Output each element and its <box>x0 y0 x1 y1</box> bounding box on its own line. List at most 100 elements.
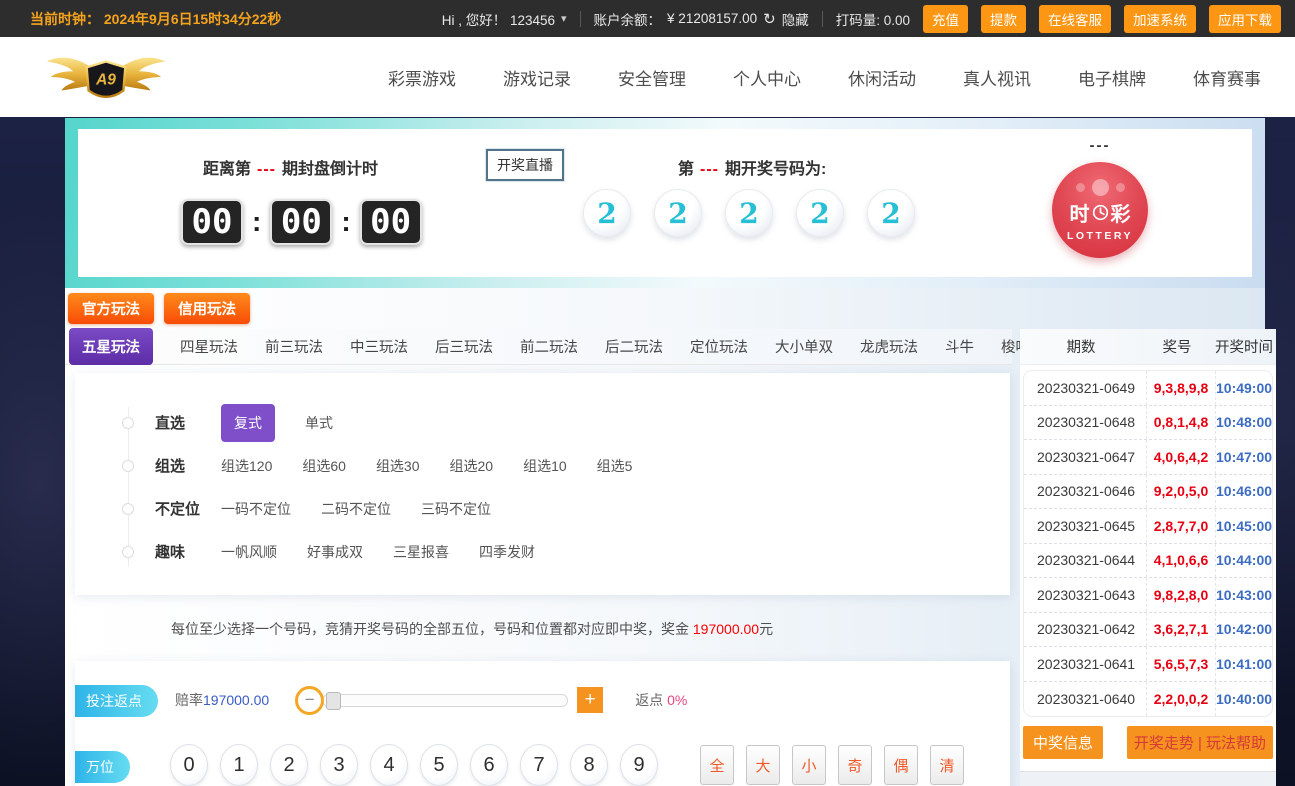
trend-help-button[interactable]: 开奖走势 | 玩法帮助 <box>1127 726 1273 759</box>
balance-label: 账户余额： <box>594 9 662 29</box>
nav-item-game-records[interactable]: 游戏记录 <box>503 65 571 90</box>
bet-rebate-label: 投注返点 <box>75 685 158 717</box>
number-button-7[interactable]: 7 <box>520 744 558 786</box>
result-row[interactable]: 20230321-0645 2,8,7,7,0 10:45:00 <box>1024 509 1272 544</box>
nav-item-live-casino[interactable]: 真人视讯 <box>963 65 1031 90</box>
option-two-code[interactable]: 二码不定位 <box>321 499 391 519</box>
result-row[interactable]: 20230321-0647 4,0,6,4,2 10:47:00 <box>1024 440 1272 475</box>
result-row[interactable]: 20230321-0646 9,2,0,5,0 10:46:00 <box>1024 475 1272 510</box>
result-row[interactable]: 20230321-0643 9,8,2,8,0 10:43:00 <box>1024 578 1272 613</box>
option-four-season[interactable]: 四季发财 <box>479 542 535 562</box>
option-three-star[interactable]: 三星报喜 <box>393 542 449 562</box>
deposit-button[interactable]: 充值 <box>923 5 968 33</box>
option-good-pairs[interactable]: 好事成双 <box>307 542 363 562</box>
brand-logo[interactable]: A9 <box>42 47 170 107</box>
option-zuxuan60[interactable]: 组选60 <box>302 456 346 476</box>
results-panel: 期数 奖号 开奖时间 20230321-0649 9,3,8,9,8 10:49… <box>1020 329 1276 786</box>
odds-slider[interactable] <box>322 694 568 707</box>
main-navbar: A9 彩票游戏 游戏记录 安全管理 个人中心 休闲活动 真人视讯 电子棋牌 体育… <box>0 37 1295 117</box>
number-button-2[interactable]: 2 <box>270 744 308 786</box>
tab-back-two[interactable]: 后二玩法 <box>605 336 663 357</box>
tab-four-star[interactable]: 四星玩法 <box>180 336 238 357</box>
result-row[interactable]: 20230321-0640 2,2,0,0,2 10:40:00 <box>1024 682 1272 717</box>
nav-item-profile[interactable]: 个人中心 <box>733 65 801 90</box>
divider <box>822 11 823 27</box>
draw-ball: 2 <box>583 189 631 237</box>
tab-front-three[interactable]: 前三玩法 <box>265 336 323 357</box>
option-danshi[interactable]: 单式 <box>305 413 333 433</box>
hide-balance-button[interactable]: 隐藏 <box>782 9 809 29</box>
slider-handle[interactable] <box>326 692 341 710</box>
tab-back-three[interactable]: 后三玩法 <box>435 336 493 357</box>
number-button-4[interactable]: 4 <box>370 744 408 786</box>
user-greeting[interactable]: Hi , 您好！ 123456 ▾ <box>442 9 567 29</box>
tab-middle-three[interactable]: 中三玩法 <box>350 336 408 357</box>
result-row[interactable]: 20230321-0648 0,8,1,4,8 10:48:00 <box>1024 406 1272 441</box>
tab-big-small-odd-even[interactable]: 大小单双 <box>775 336 833 357</box>
nav-item-security[interactable]: 安全管理 <box>618 65 686 90</box>
draw-result-title: 第---期开奖号码为: <box>678 155 826 179</box>
colon: : <box>341 206 350 238</box>
bubble-dots-icon <box>1076 179 1125 196</box>
greeting-text: Hi , 您好！ 123456 <box>442 9 555 29</box>
nav-item-sports[interactable]: 体育赛事 <box>1193 65 1261 90</box>
draw-ball: 2 <box>796 189 844 237</box>
option-zuxuan20[interactable]: 组选20 <box>450 456 494 476</box>
results-header: 期数 奖号 开奖时间 <box>1020 329 1276 365</box>
tab-position[interactable]: 定位玩法 <box>690 336 748 357</box>
number-button-1[interactable]: 1 <box>220 744 258 786</box>
odds-rebate-row: 投注返点 赔率197000.00 − + 返点 0% <box>75 679 1010 721</box>
win-info-button[interactable]: 中奖信息 <box>1023 726 1103 759</box>
select-odd-button[interactable]: 奇 <box>838 745 872 785</box>
customer-service-button[interactable]: 在线客服 <box>1039 5 1111 33</box>
number-button-3[interactable]: 3 <box>320 744 358 786</box>
select-even-button[interactable]: 偶 <box>884 745 918 785</box>
result-row[interactable]: 20230321-0649 9,3,8,9,8 10:49:00 <box>1024 371 1272 406</box>
number-button-6[interactable]: 6 <box>470 744 508 786</box>
rebate-minus-button[interactable]: − <box>295 686 324 715</box>
withdraw-button[interactable]: 提款 <box>981 5 1026 33</box>
number-button-8[interactable]: 8 <box>570 744 608 786</box>
option-zuxuan5[interactable]: 组选5 <box>597 456 633 476</box>
option-zuxuan30[interactable]: 组选30 <box>376 456 420 476</box>
live-draw-button[interactable]: 开奖直播 <box>486 149 564 181</box>
rebate-plus-button[interactable]: + <box>577 687 603 713</box>
tab-bull[interactable]: 斗牛 <box>945 336 974 357</box>
official-mode-button[interactable]: 官方玩法 <box>68 293 154 324</box>
result-row[interactable]: 20230321-0641 5,6,5,7,3 10:41:00 <box>1024 647 1272 682</box>
option-one-code[interactable]: 一码不定位 <box>221 499 291 519</box>
nav-item-board-games[interactable]: 电子棋牌 <box>1078 65 1146 90</box>
tab-front-two[interactable]: 前二玩法 <box>520 336 578 357</box>
nav-item-lottery-games[interactable]: 彩票游戏 <box>388 65 456 90</box>
speed-system-button[interactable]: 加速系统 <box>1124 5 1196 33</box>
refresh-icon[interactable]: ↻ <box>763 10 776 28</box>
app-download-button[interactable]: 应用下载 <box>1209 5 1281 33</box>
play-mode-row: 官方玩法 信用玩法 <box>65 288 1265 329</box>
number-button-5[interactable]: 5 <box>420 744 458 786</box>
rebate-text: 返点 0% <box>635 690 687 710</box>
header-issue: 期数 <box>1020 336 1142 357</box>
chevron-down-icon[interactable]: ▾ <box>561 12 567 25</box>
clear-button[interactable]: 清 <box>930 745 964 785</box>
play-group-quwei: 趣味 一帆风顺 好事成双 三星报喜 四季发财 <box>75 530 1010 573</box>
option-zuxuan10[interactable]: 组选10 <box>523 456 567 476</box>
tab-five-star[interactable]: 五星玩法 <box>69 328 153 365</box>
option-zuxuan120[interactable]: 组选120 <box>221 456 272 476</box>
number-button-0[interactable]: 0 <box>170 744 208 786</box>
number-button-9[interactable]: 9 <box>620 744 658 786</box>
option-fushi[interactable]: 复式 <box>221 404 275 442</box>
lottery-banner: 距离第---期封盘倒计时 开奖直播 00 : 00 : 00 第---期开奖号码… <box>65 118 1265 288</box>
result-row[interactable]: 20230321-0644 4,1,0,6,6 10:44:00 <box>1024 544 1272 579</box>
tab-dragon-tiger[interactable]: 龙虎玩法 <box>860 336 918 357</box>
credit-mode-button[interactable]: 信用玩法 <box>164 293 250 324</box>
countdown-timer: 00 : 00 : 00 <box>181 199 422 245</box>
result-row[interactable]: 20230321-0642 3,6,2,7,1 10:42:00 <box>1024 613 1272 648</box>
select-big-button[interactable]: 大 <box>746 745 780 785</box>
select-all-button[interactable]: 全 <box>700 745 734 785</box>
betting-card: 投注返点 赔率197000.00 − + 返点 0% 万位 0 1 2 <box>75 661 1010 786</box>
nav-item-leisure[interactable]: 休闲活动 <box>848 65 916 90</box>
option-three-code[interactable]: 三码不定位 <box>421 499 491 519</box>
play-group-zhixuan: 直选 复式 单式 <box>75 401 1010 444</box>
option-smooth-sailing[interactable]: 一帆风顺 <box>221 542 277 562</box>
select-small-button[interactable]: 小 <box>792 745 826 785</box>
